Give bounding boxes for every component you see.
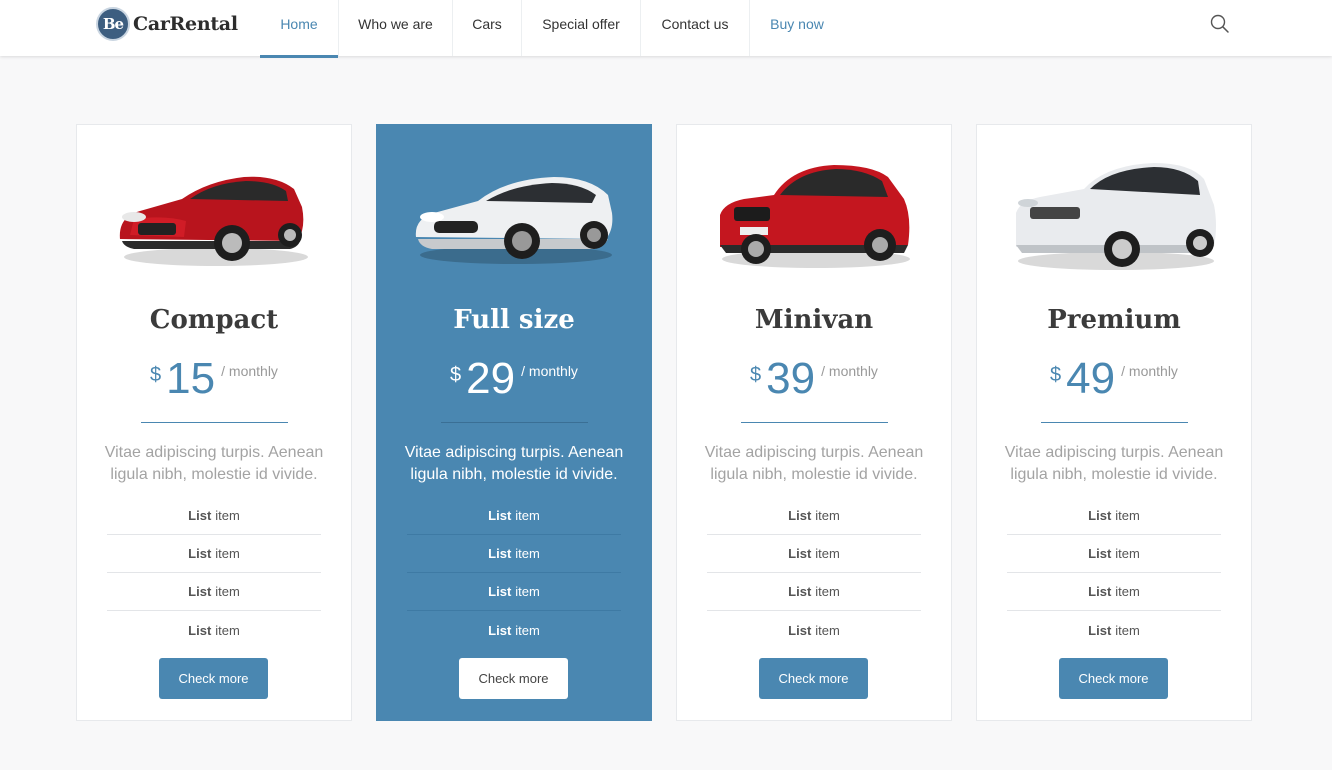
list-item: List item: [1007, 535, 1221, 573]
list-item: List item: [707, 573, 921, 611]
nav-item-contact-us[interactable]: Contact us: [641, 0, 750, 56]
currency-symbol: $: [450, 364, 462, 386]
divider: [741, 422, 888, 423]
nav-label: Buy now: [770, 16, 824, 32]
divider: [1041, 422, 1188, 423]
list-item: List item: [407, 535, 621, 573]
nav-item-cars[interactable]: Cars: [453, 0, 522, 56]
list-item: List item: [1007, 573, 1221, 611]
main-nav: Home Who we are Cars Special offer Conta…: [260, 0, 844, 58]
nav-item-buy-now[interactable]: Buy now: [750, 0, 844, 56]
list-item: List item: [1007, 497, 1221, 535]
price-period: / monthly: [521, 363, 578, 379]
site-logo[interactable]: Be CarRental: [96, 7, 238, 41]
check-more-button[interactable]: Check more: [1059, 658, 1168, 699]
list-item: List item: [707, 535, 921, 573]
divider: [141, 422, 288, 423]
price-period: / monthly: [1121, 363, 1178, 379]
plan-description: Vitae adipiscing turpis. Aenean ligula n…: [104, 444, 324, 483]
list-item: List item: [707, 497, 921, 535]
currency-symbol: $: [1050, 364, 1062, 386]
nav-label: Contact us: [661, 16, 729, 32]
list-item: List item: [107, 497, 321, 535]
pricing-card-minivan: Minivan $ 39 / monthly Vitae adipiscing …: [676, 124, 952, 721]
plan-title: Minivan: [754, 305, 874, 335]
list-item: List item: [1088, 622, 1140, 638]
list-item: List item: [788, 622, 840, 638]
price-amount: 29: [466, 354, 516, 403]
feature-list: List item List item List item List item: [707, 497, 921, 649]
pricing-card-premium: Premium $ 49 / monthly Vitae adipiscing …: [976, 124, 1252, 721]
plan-title: Premium: [1047, 305, 1181, 335]
list-item: List item: [407, 573, 621, 611]
red-hatchback-car-image: [119, 176, 308, 266]
red-suv-car-image: [720, 165, 910, 268]
list-item: List item: [188, 622, 240, 638]
price-amount: 15: [166, 354, 216, 403]
feature-list: List item List item List item List item: [407, 497, 621, 649]
price-amount: 39: [766, 354, 816, 403]
list-item: List item: [107, 535, 321, 573]
nav-item-who-we-are[interactable]: Who we are: [339, 0, 453, 56]
white-luxury-suv-image: [1016, 163, 1216, 270]
nav-item-home[interactable]: Home: [260, 0, 339, 58]
plan-price: $ 15 / monthly: [77, 351, 351, 407]
plan-price: $ 39 / monthly: [677, 351, 951, 407]
pricing-card-compact: Compact $ 15 / monthly Vitae adipiscing …: [76, 124, 352, 721]
plan-title: Full size: [453, 305, 575, 335]
nav-label: Cars: [472, 16, 502, 32]
site-header: Be CarRental Home Who we are Cars Specia…: [0, 0, 1332, 58]
nav-label: Special offer: [542, 16, 620, 32]
check-more-button[interactable]: Check more: [159, 658, 268, 699]
pricing-card-full-size: Full size $ 29 / monthly Vitae adipiscin…: [376, 124, 652, 721]
plan-description: Vitae adipiscing turpis. Aenean ligula n…: [404, 444, 624, 483]
price-amount: 49: [1066, 354, 1116, 403]
plan-price: $ 29 / monthly: [377, 351, 651, 407]
check-more-button[interactable]: Check more: [759, 658, 868, 699]
logo-text: CarRental: [133, 13, 238, 35]
white-sports-car-image: [415, 177, 613, 264]
nav-item-special-offer[interactable]: Special offer: [522, 0, 641, 56]
nav-label: Home: [280, 16, 318, 32]
check-more-button[interactable]: Check more: [459, 658, 568, 699]
price-period: / monthly: [821, 363, 878, 379]
search-icon[interactable]: [1209, 13, 1231, 35]
feature-list: List item List item List item List item: [107, 497, 321, 649]
list-item: List item: [488, 622, 540, 638]
price-period: / monthly: [221, 363, 278, 379]
currency-symbol: $: [750, 364, 762, 386]
plan-description: Vitae adipiscing turpis. Aenean ligula n…: [1004, 444, 1224, 483]
logo-badge: Be: [96, 7, 130, 41]
list-item: List item: [407, 497, 621, 535]
plan-price: $ 49 / monthly: [977, 351, 1251, 407]
plan-description: Vitae adipiscing turpis. Aenean ligula n…: [704, 444, 924, 483]
nav-label: Who we are: [358, 16, 433, 32]
currency-symbol: $: [150, 364, 162, 386]
plan-title: Compact: [149, 305, 279, 335]
list-item: List item: [107, 573, 321, 611]
feature-list: List item List item List item List item: [1007, 497, 1221, 649]
divider: [441, 422, 588, 423]
